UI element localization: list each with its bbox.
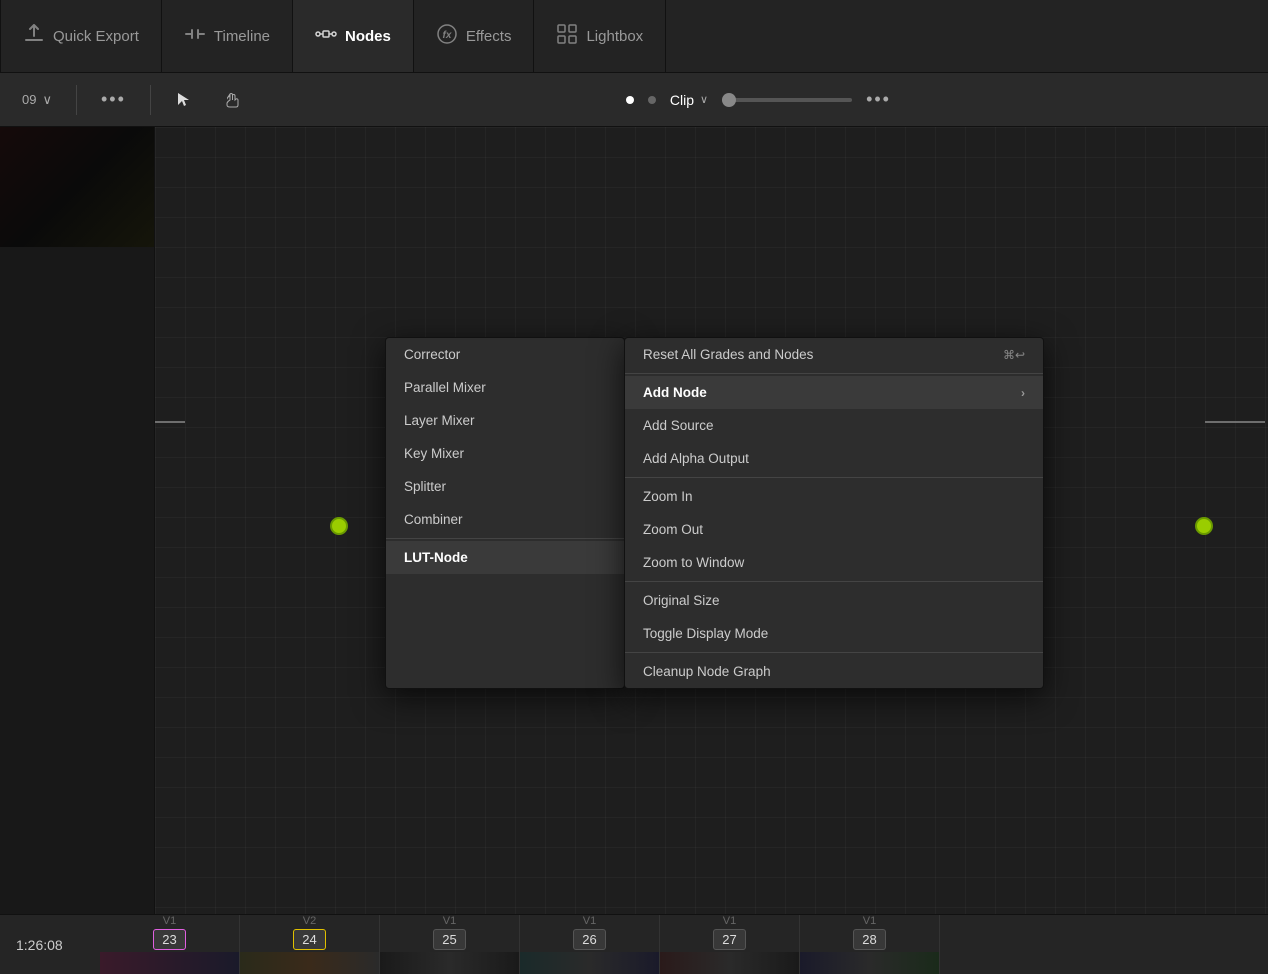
nav-lightbox-label: Lightbox bbox=[586, 28, 643, 45]
menu-zoom-out[interactable]: Zoom Out bbox=[625, 513, 1043, 546]
add-node-arrow: › bbox=[1021, 386, 1025, 400]
toolbar: 09 ∨ ••• Clip ∨ ••• bbox=[0, 73, 1268, 127]
clip-dropdown-arrow: ∨ bbox=[700, 93, 708, 106]
nav-timeline-label: Timeline bbox=[214, 28, 270, 45]
clip-number-26: 26 bbox=[573, 929, 605, 950]
left-panel bbox=[0, 127, 155, 914]
timeline-bar: 1:26:08 V1 23 V2 24 V1 25 V1 26 V1 27 bbox=[0, 914, 1268, 974]
nav-timeline[interactable]: Timeline bbox=[162, 0, 293, 72]
track-label-v2-24: V2 bbox=[303, 915, 316, 927]
divider-after-display bbox=[625, 652, 1043, 653]
toolbar-dropdown[interactable]: 09 ∨ bbox=[12, 88, 62, 112]
menu-layer-mixer[interactable]: Layer Mixer bbox=[386, 404, 624, 437]
clip-label: Clip bbox=[670, 92, 694, 108]
menu-reset-all[interactable]: Reset All Grades and Nodes ⌘↩ bbox=[625, 338, 1043, 371]
context-menu-wrapper: Corrector Parallel Mixer Layer Mixer Key… bbox=[385, 337, 1044, 689]
toolbar-dropdown-value: 09 bbox=[22, 92, 36, 107]
track-label-v1-28: V1 bbox=[863, 915, 876, 927]
divider-after-reset bbox=[625, 373, 1043, 374]
menu-splitter[interactable]: Splitter bbox=[386, 470, 624, 503]
menu-parallel-mixer[interactable]: Parallel Mixer bbox=[386, 371, 624, 404]
cursor-tool[interactable] bbox=[165, 87, 203, 113]
clip-slider[interactable] bbox=[722, 98, 852, 102]
node-canvas[interactable]: Corrector Parallel Mixer Layer Mixer Key… bbox=[155, 127, 1268, 914]
divider-after-add bbox=[625, 477, 1043, 478]
timeline-icon bbox=[184, 23, 206, 50]
hand-tool[interactable] bbox=[213, 87, 251, 113]
clip-number-23: 23 bbox=[153, 929, 185, 950]
clip-thumb-26 bbox=[520, 952, 659, 974]
clip-dropdown[interactable]: Clip ∨ bbox=[670, 92, 708, 108]
toolbar-clip-area: Clip ∨ ••• bbox=[261, 89, 1256, 110]
main-area: Corrector Parallel Mixer Layer Mixer Key… bbox=[0, 127, 1268, 914]
menu-zoom-to-window[interactable]: Zoom to Window bbox=[625, 546, 1043, 579]
nav-lightbox[interactable]: Lightbox bbox=[534, 0, 666, 72]
menu-toggle-display[interactable]: Toggle Display Mode bbox=[625, 617, 1043, 650]
menu-corrector[interactable]: Corrector bbox=[386, 338, 624, 371]
menu-cleanup-node[interactable]: Cleanup Node Graph bbox=[625, 655, 1043, 688]
menu-zoom-in[interactable]: Zoom In bbox=[625, 480, 1043, 513]
menu-combiner[interactable]: Combiner bbox=[386, 503, 624, 536]
thumbnail-image bbox=[0, 127, 154, 247]
timeline-clip-24[interactable]: V2 24 bbox=[240, 915, 380, 974]
nav-effects[interactable]: fx Effects bbox=[414, 0, 535, 72]
timeline-clip-26[interactable]: V1 26 bbox=[520, 915, 660, 974]
toolbar-dropdown-arrow: ∨ bbox=[42, 92, 52, 108]
reset-shortcut: ⌘↩ bbox=[1003, 348, 1025, 362]
timeline-clip-23[interactable]: V1 23 bbox=[100, 915, 240, 974]
nav-quick-export-label: Quick Export bbox=[53, 28, 139, 45]
thumbnail-area bbox=[0, 127, 154, 247]
clip-thumb-28 bbox=[800, 952, 939, 974]
timecode: 1:26:08 bbox=[0, 937, 100, 953]
clip-thumb-27 bbox=[660, 952, 799, 974]
dot-dim bbox=[648, 96, 656, 104]
menu-original-size[interactable]: Original Size bbox=[625, 584, 1043, 617]
top-nav: Quick Export Timeline Nodes fx bbox=[0, 0, 1268, 73]
timeline-clip-25[interactable]: V1 25 bbox=[380, 915, 520, 974]
track-label-v1-27: V1 bbox=[723, 915, 736, 927]
lightbox-icon bbox=[556, 23, 578, 50]
node-connector-right bbox=[1195, 517, 1213, 535]
context-menu-right: Reset All Grades and Nodes ⌘↩ Add Node ›… bbox=[624, 337, 1044, 689]
node-connector-left bbox=[330, 517, 348, 535]
nodes-icon bbox=[315, 23, 337, 50]
menu-divider-lut bbox=[386, 538, 624, 539]
nav-nodes[interactable]: Nodes bbox=[293, 0, 414, 72]
timeline-clip-27[interactable]: V1 27 bbox=[660, 915, 800, 974]
toolbar-more-btn[interactable]: ••• bbox=[91, 85, 136, 114]
nav-quick-export[interactable]: Quick Export bbox=[0, 0, 162, 72]
menu-key-mixer[interactable]: Key Mixer bbox=[386, 437, 624, 470]
nav-nodes-label: Nodes bbox=[345, 28, 391, 45]
clip-slider-handle bbox=[722, 93, 736, 107]
clip-thumb-25 bbox=[380, 952, 519, 974]
menu-add-source[interactable]: Add Source bbox=[625, 409, 1043, 442]
svg-text:fx: fx bbox=[442, 30, 451, 41]
menu-add-alpha-output[interactable]: Add Alpha Output bbox=[625, 442, 1043, 475]
clip-number-27: 27 bbox=[713, 929, 745, 950]
menu-add-node[interactable]: Add Node › bbox=[625, 376, 1043, 409]
clip-number-24: 24 bbox=[293, 929, 325, 950]
effects-icon: fx bbox=[436, 23, 458, 50]
clip-thumb-23 bbox=[100, 952, 239, 974]
nav-effects-label: Effects bbox=[466, 28, 512, 45]
track-label-v1-25: V1 bbox=[443, 915, 456, 927]
clip-number-25: 25 bbox=[433, 929, 465, 950]
clip-thumb-24 bbox=[240, 952, 379, 974]
divider-after-zoom bbox=[625, 581, 1043, 582]
context-menu-left: Corrector Parallel Mixer Layer Mixer Key… bbox=[385, 337, 625, 689]
quick-export-icon bbox=[23, 23, 45, 50]
toolbar-divider-1 bbox=[76, 85, 77, 115]
clip-number-28: 28 bbox=[853, 929, 885, 950]
track-label-v1-26: V1 bbox=[583, 915, 596, 927]
track-label-v1-23: V1 bbox=[163, 915, 176, 927]
dot-active bbox=[626, 96, 634, 104]
toolbar-right-more[interactable]: ••• bbox=[866, 89, 891, 110]
timeline-clip-28[interactable]: V1 28 bbox=[800, 915, 940, 974]
timeline-clips: V1 23 V2 24 V1 25 V1 26 V1 27 V1 28 bbox=[100, 915, 1268, 974]
menu-lut-node[interactable]: LUT-Node bbox=[386, 541, 624, 574]
toolbar-divider-2 bbox=[150, 85, 151, 115]
